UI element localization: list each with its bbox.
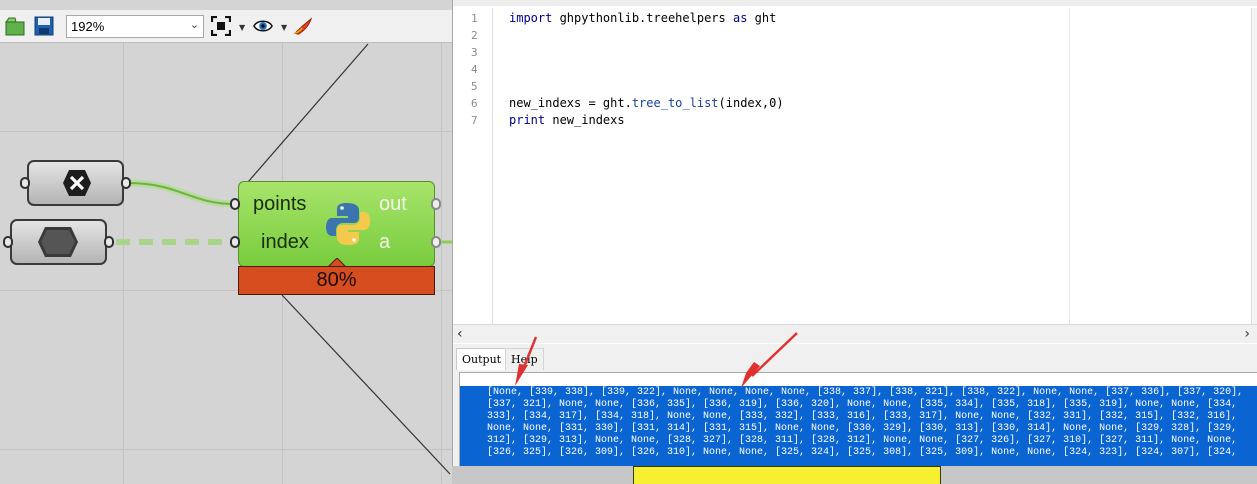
alias-name: ght	[747, 11, 777, 25]
editor-horizontal-scrollbar[interactable]: ‹ ›	[453, 324, 1257, 343]
output-line: None, None, [331, 330], [331, 314], [331…	[487, 423, 1238, 434]
editor-margin-line	[1069, 8, 1070, 324]
output-selected-text[interactable]: [None, [339, 338], [339, 322], None, Non…	[460, 386, 1257, 466]
output-text-box[interactable]: [None, [339, 338], [339, 322], None, Non…	[459, 372, 1257, 466]
function-name: tree_to_list	[631, 96, 719, 110]
script-editor[interactable]: 1 2 3 4 5 6 7 import ghpythonlib.treehel…	[452, 0, 1257, 344]
canvas-toolbar: 192% ⌄ ▼ ▼	[0, 10, 452, 43]
sketch-pen-icon[interactable]	[293, 16, 313, 36]
keyword-print: print	[509, 113, 546, 127]
editor-vertical-scrollbar[interactable]	[1251, 8, 1257, 324]
print-arg: new_indexs	[545, 113, 625, 127]
point-param-node[interactable]	[27, 160, 124, 206]
point-param-input-port[interactable]	[20, 177, 30, 189]
input-label-points[interactable]: points	[253, 193, 306, 216]
assignment-text: new_indexs = ght.	[509, 96, 632, 110]
grasshopper-canvas[interactable]: points index out a 80% 192% ⌄ ▼ ▼	[0, 0, 460, 484]
line-number: 6	[471, 97, 478, 110]
zoom-extents-icon[interactable]	[211, 16, 231, 36]
line-number: 1	[471, 12, 478, 25]
zoom-select[interactable]: 192% ⌄	[66, 15, 204, 38]
output-blank-line	[460, 373, 1257, 385]
point-param-icon	[63, 170, 91, 196]
integer-param-icon	[38, 227, 78, 257]
code-line-7[interactable]: print new_indexs	[509, 113, 625, 127]
scroll-right-icon[interactable]: ›	[1244, 326, 1250, 342]
python-logo-icon	[326, 203, 370, 245]
output-line: 312], [329, 313], None, None, [328, 327]…	[487, 435, 1238, 446]
yellow-panel-component[interactable]	[633, 466, 941, 484]
out-output-port[interactable]	[431, 198, 441, 210]
keyword-as: as	[732, 11, 748, 25]
grasshopper-window: points index out a 80% 192% ⌄ ▼ ▼ 1 2 3 …	[0, 0, 1257, 484]
line-number: 3	[471, 46, 478, 59]
scroll-left-icon[interactable]: ‹	[457, 326, 463, 342]
integer-param-node[interactable]	[10, 219, 107, 265]
a-output-port[interactable]	[431, 236, 441, 248]
output-line: [337, 321], None, None, [336, 335], [336…	[487, 399, 1238, 410]
output-label-out[interactable]: out	[379, 193, 407, 216]
output-line: [326, 325], [326, 309], [326, 310], None…	[487, 447, 1238, 458]
line-number-gutter: 1 2 3 4 5 6 7	[453, 8, 493, 324]
output-line: 333], [334, 317], [334, 318], None, None…	[487, 411, 1238, 422]
python-script-component[interactable]: points index out a	[238, 181, 435, 267]
tab-output[interactable]: Output	[456, 348, 508, 370]
tab-help[interactable]: Help	[505, 348, 544, 370]
output-label-a[interactable]: a	[379, 231, 390, 254]
line-number: 7	[471, 114, 478, 127]
diagonal-line	[247, 43, 369, 183]
code-line-1[interactable]: import ghpythonlib.treehelpers as ght	[509, 11, 776, 25]
progress-bar: 80%	[238, 266, 435, 295]
integer-param-input-port[interactable]	[3, 236, 13, 248]
editor-menu-strip	[453, 0, 1257, 6]
zoom-value: 192%	[71, 19, 105, 34]
line-number: 4	[471, 63, 478, 76]
save-icon[interactable]	[34, 16, 54, 36]
points-input-port[interactable]	[230, 198, 240, 210]
integer-param-output-port[interactable]	[104, 236, 114, 248]
call-args: (index,0)	[718, 96, 784, 110]
keyword-import: import	[509, 11, 553, 25]
bottom-canvas-strip	[452, 466, 1257, 484]
output-line: [None, [339, 338], [339, 322], None, Non…	[487, 387, 1244, 398]
line-number: 2	[471, 29, 478, 42]
preview-eye-icon[interactable]	[253, 16, 273, 36]
zoom-extents-dropdown-icon[interactable]: ▼	[239, 23, 245, 32]
preview-dropdown-icon[interactable]: ▼	[281, 23, 287, 32]
diagonal-line	[281, 294, 451, 475]
input-label-index[interactable]: index	[261, 231, 309, 254]
module-name: ghpythonlib.treehelpers	[552, 11, 733, 25]
code-line-6[interactable]: new_indexs = ght.tree_to_list(index,0)	[509, 96, 784, 110]
output-panel: Output Help [None, [339, 338], [339, 322…	[452, 344, 1257, 466]
open-file-icon[interactable]	[5, 16, 25, 36]
index-input-port[interactable]	[230, 236, 240, 248]
point-param-output-port[interactable]	[121, 177, 131, 189]
line-number: 5	[471, 80, 478, 93]
chevron-down-icon: ⌄	[189, 18, 199, 31]
